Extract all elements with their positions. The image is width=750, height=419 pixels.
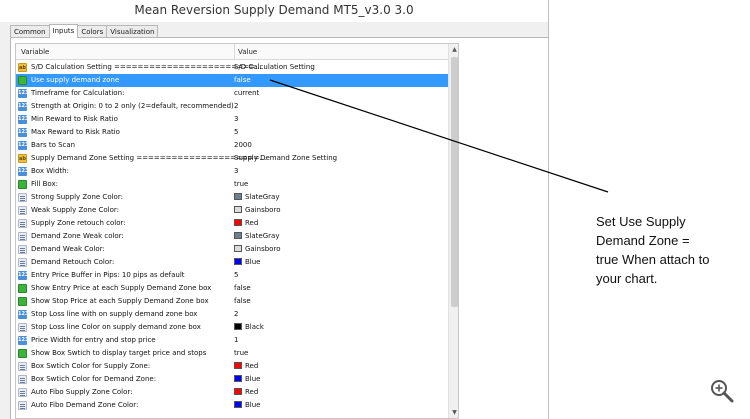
tab-inputs[interactable]: Inputs	[48, 24, 79, 38]
annotation-arrow	[269, 79, 609, 193]
zoom-in-icon[interactable]	[709, 378, 735, 404]
annotation-note: Set Use Supply Demand Zone = true When a…	[596, 212, 746, 288]
annotation-line: your chart.	[596, 271, 658, 286]
annotation-line: Demand Zone =	[596, 233, 690, 248]
annotation-line: true When attach to	[596, 252, 710, 267]
annotation-line: Set Use Supply	[596, 214, 686, 229]
